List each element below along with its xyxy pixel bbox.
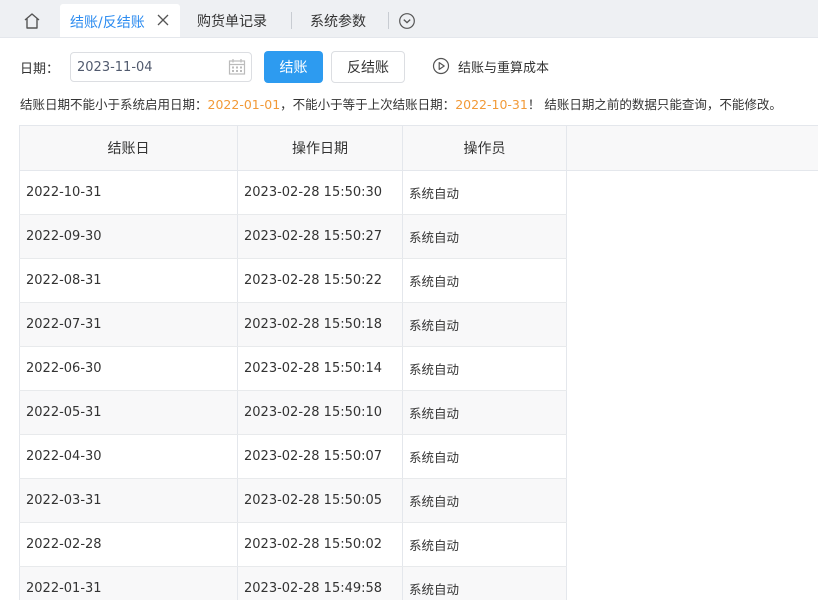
cell-operation-date: 2023-02-28 15:50:22 (237, 258, 403, 303)
tab-bar: 结账/反结账 购货单记录 系统参数 (0, 0, 818, 38)
cell-checkout-date: 2022-04-30 (19, 434, 238, 479)
tab-system-params[interactable]: 系统参数 (310, 11, 366, 31)
tab-divider (291, 12, 292, 29)
column-header-operator: 操作员 (402, 125, 567, 171)
reverse-checkout-button[interactable]: 反结账 (331, 51, 405, 83)
table-row[interactable]: 2022-01-31 2023-02-28 15:49:58 系统自动 (19, 566, 818, 600)
cell-checkout-date: 2022-09-30 (19, 214, 238, 259)
cell-empty (566, 302, 818, 347)
recalc-cost-link[interactable]: 结账与重算成本 (432, 56, 549, 76)
table-row[interactable]: 2022-10-31 2023-02-28 15:50:30 系统自动 (19, 170, 818, 215)
cell-operation-date: 2023-02-28 15:50:18 (237, 302, 403, 347)
cell-checkout-date: 2022-07-31 (19, 302, 238, 347)
checkout-notice: 结账日期不能小于系统启用日期：2022-01-01，不能小于等于上次结账日期：2… (20, 94, 782, 113)
cell-operator: 系统自动 (402, 214, 567, 259)
close-icon[interactable] (156, 13, 170, 27)
cell-operator: 系统自动 (402, 434, 567, 479)
table-row[interactable]: 2022-02-28 2023-02-28 15:50:02 系统自动 (19, 522, 818, 567)
calendar-icon[interactable] (228, 58, 246, 76)
table-row[interactable]: 2022-06-30 2023-02-28 15:50:14 系统自动 (19, 346, 818, 391)
notice-text: ，不能小于等于上次结账日期： (280, 97, 456, 112)
cell-empty (566, 522, 818, 567)
cell-operator: 系统自动 (402, 258, 567, 303)
cell-checkout-date: 2022-06-30 (19, 346, 238, 391)
cell-operator: 系统自动 (402, 390, 567, 435)
system-start-date: 2022-01-01 (207, 97, 281, 112)
cell-operation-date: 2023-02-28 15:50:30 (237, 170, 403, 215)
cell-empty (566, 434, 818, 479)
table-row[interactable]: 2022-03-31 2023-02-28 15:50:05 系统自动 (19, 478, 818, 523)
cell-operation-date: 2023-02-28 15:50:02 (237, 522, 403, 567)
notice-text: ！ 结账日期之前的数据只能查询，不能修改。 (527, 97, 782, 112)
cell-operator: 系统自动 (402, 302, 567, 347)
chevron-down-circle-icon[interactable] (398, 12, 416, 30)
home-tab[interactable] (14, 8, 50, 34)
cell-operator: 系统自动 (402, 566, 567, 600)
cell-empty (566, 390, 818, 435)
tab-divider (388, 12, 389, 29)
cell-empty (566, 170, 818, 215)
column-header-checkout-date: 结账日 (19, 125, 238, 171)
column-header-operation-date: 操作日期 (237, 125, 403, 171)
cell-operation-date: 2023-02-28 15:49:58 (237, 566, 403, 600)
table-row[interactable]: 2022-07-31 2023-02-28 15:50:18 系统自动 (19, 302, 818, 347)
cell-operation-date: 2023-02-28 15:50:27 (237, 214, 403, 259)
cell-empty (566, 346, 818, 391)
checkout-table: 结账日 操作日期 操作员 2022-10-31 2023-02-28 15:50:… (19, 125, 818, 600)
date-label: 日期： (20, 62, 60, 77)
table-row[interactable]: 2022-04-30 2023-02-28 15:50:07 系统自动 (19, 434, 818, 479)
cell-checkout-date: 2022-05-31 (19, 390, 238, 435)
cell-checkout-date: 2022-10-31 (19, 170, 238, 215)
cell-operation-date: 2023-02-28 15:50:07 (237, 434, 403, 479)
table-row[interactable]: 2022-09-30 2023-02-28 15:50:27 系统自动 (19, 214, 818, 259)
date-input[interactable] (70, 52, 252, 82)
cell-operator: 系统自动 (402, 170, 567, 215)
checkout-button[interactable]: 结账 (264, 51, 323, 83)
cell-checkout-date: 2022-02-28 (19, 522, 238, 567)
table-header-row: 结账日 操作日期 操作员 (19, 125, 818, 171)
play-circle-icon (432, 57, 450, 75)
cell-empty (566, 214, 818, 259)
cell-operation-date: 2023-02-28 15:50:05 (237, 478, 403, 523)
cell-operator: 系统自动 (402, 346, 567, 391)
tab-checkout[interactable]: 结账/反结账 (60, 4, 180, 37)
cell-empty (566, 478, 818, 523)
last-checkout-date: 2022-10-31 (455, 97, 528, 112)
cell-empty (566, 566, 818, 600)
tab-purchase-records[interactable]: 购货单记录 (197, 11, 267, 31)
recalc-cost-label: 结账与重算成本 (458, 60, 550, 76)
cell-operator: 系统自动 (402, 522, 567, 567)
tab-checkout-label: 结账/反结账 (70, 15, 145, 31)
cell-checkout-date: 2022-03-31 (19, 478, 238, 523)
cell-operation-date: 2023-02-28 15:50:14 (237, 346, 403, 391)
cell-empty (566, 258, 818, 303)
table-row[interactable]: 2022-08-31 2023-02-28 15:50:22 系统自动 (19, 258, 818, 303)
cell-operator: 系统自动 (402, 478, 567, 523)
cell-checkout-date: 2022-01-31 (19, 566, 238, 600)
table-row[interactable]: 2022-05-31 2023-02-28 15:50:10 系统自动 (19, 390, 818, 435)
cell-operation-date: 2023-02-28 15:50:10 (237, 390, 403, 435)
home-icon (24, 13, 40, 29)
notice-text: 结账日期不能小于系统启用日期： (20, 97, 208, 112)
cell-checkout-date: 2022-08-31 (19, 258, 238, 303)
column-header-empty (566, 125, 818, 171)
